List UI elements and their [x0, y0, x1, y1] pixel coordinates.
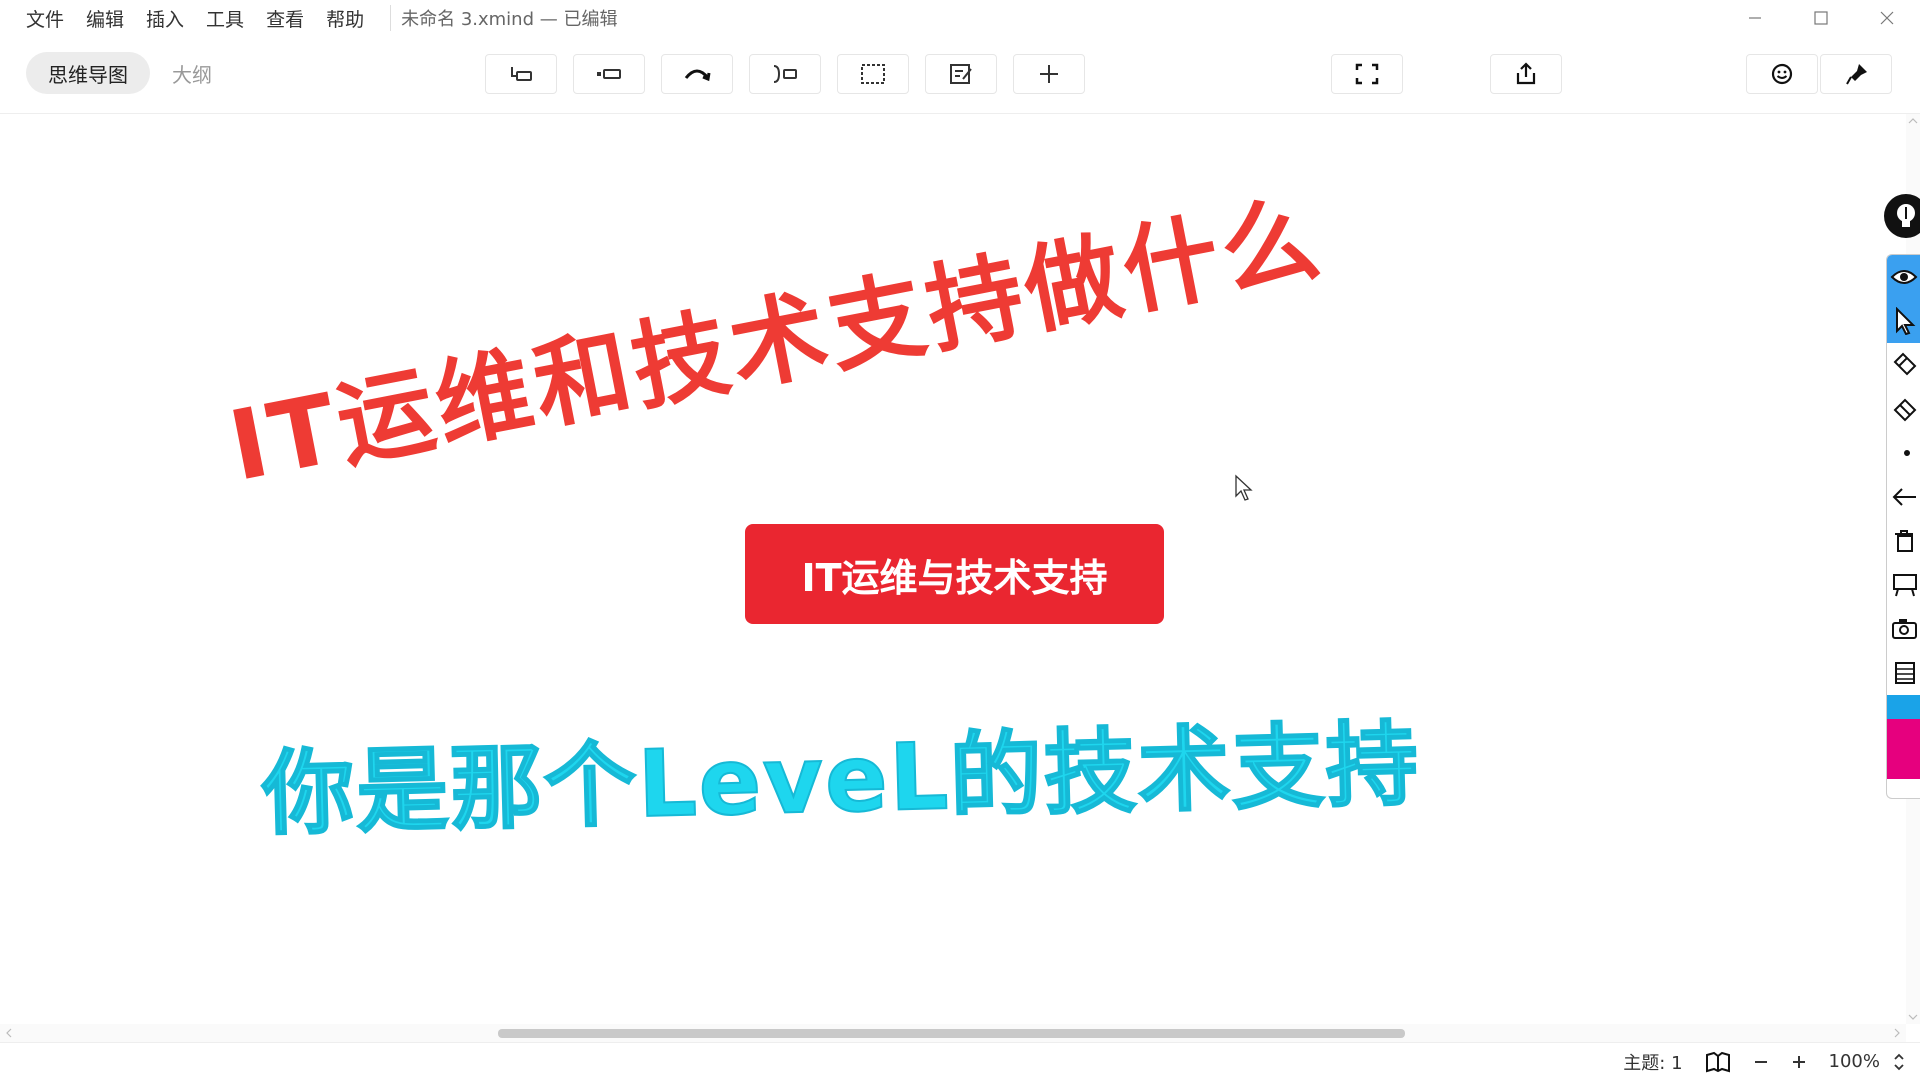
menu-edit[interactable]: 编辑: [86, 5, 124, 32]
note-icon: [950, 64, 972, 84]
book-icon: [1705, 1051, 1730, 1072]
emoji-icon: [1771, 63, 1793, 85]
minus-icon: [1754, 1060, 1767, 1063]
notes-icon: [1895, 662, 1915, 684]
whiteboard-icon: [1893, 574, 1917, 597]
menu-insert[interactable]: 插入: [146, 5, 184, 32]
tab-mindmap[interactable]: 思维导图: [26, 52, 150, 94]
mouse-cursor-icon: [1235, 474, 1253, 501]
view-switch: 思维导图 大纲: [26, 52, 234, 94]
zen-mode-icon: [1355, 63, 1379, 85]
format-button[interactable]: [1820, 54, 1892, 94]
topic-count: 主题: 1: [1623, 1052, 1683, 1074]
emoji-button[interactable]: [1746, 54, 1818, 94]
pen-undo-button[interactable]: [1887, 475, 1920, 519]
eye-icon: [1890, 270, 1918, 284]
horizontal-scroll-thumb[interactable]: [498, 1029, 1405, 1038]
menu-view[interactable]: 查看: [266, 5, 304, 32]
pen-tool-logo-icon[interactable]: [1884, 194, 1920, 238]
subtopic-icon: [511, 67, 532, 81]
trash-icon: [1895, 530, 1913, 552]
close-icon: [1880, 11, 1894, 25]
minimize-button[interactable]: [1722, 0, 1788, 36]
scroll-down-icon: [1908, 1014, 1918, 1020]
lightbulb-icon: [1897, 204, 1915, 227]
zoom-out-button[interactable]: [1753, 1054, 1769, 1070]
zoom-stepper[interactable]: [1892, 1051, 1906, 1073]
pen-eraser-button[interactable]: [1887, 387, 1920, 431]
pen-highlighter-button[interactable]: [1887, 343, 1920, 387]
insert-icon: [1040, 65, 1058, 83]
highlighter-icon: [1893, 352, 1917, 376]
maximize-button[interactable]: [1788, 0, 1854, 36]
pen-eye-button[interactable]: [1887, 255, 1920, 299]
insert-button[interactable]: [1013, 54, 1085, 94]
relationship-button[interactable]: [661, 54, 733, 94]
map-view-button[interactable]: [1705, 1051, 1731, 1073]
scroll-up-icon: [1908, 118, 1918, 124]
menu-file[interactable]: 文件: [26, 5, 64, 32]
menu-help[interactable]: 帮助: [326, 5, 364, 32]
close-button[interactable]: [1854, 0, 1920, 36]
pen-notes-button[interactable]: [1887, 651, 1920, 695]
minimize-icon: [1749, 17, 1761, 19]
pen-whiteboard-button[interactable]: [1887, 563, 1920, 607]
topic-icon: [597, 69, 621, 79]
toolbar: 思维导图 大纲: [0, 36, 1920, 114]
plus-icon: [1792, 1055, 1805, 1068]
zoom-level[interactable]: 100%: [1829, 1051, 1880, 1072]
undo-icon: [1892, 488, 1916, 506]
zoom-in-button[interactable]: [1791, 1054, 1807, 1070]
pointer-icon: [1896, 307, 1916, 335]
dot-icon: [1904, 450, 1910, 456]
maximize-icon: [1814, 11, 1828, 25]
status-bar: 主题: 1 100%: [0, 1042, 1920, 1080]
boundary-button[interactable]: [837, 54, 909, 94]
camera-icon: [1892, 619, 1917, 639]
summary-button[interactable]: [749, 54, 821, 94]
eraser-icon: [1893, 398, 1917, 422]
scroll-left-icon: [6, 1028, 12, 1038]
title-bar: 文件 编辑 插入 工具 查看 帮助 未命名 3.xmind — 已编辑: [0, 0, 1920, 36]
document-title: 未命名 3.xmind — 已编辑: [390, 5, 617, 31]
pen-clear-button[interactable]: [1887, 519, 1920, 563]
horizontal-scrollbar[interactable]: [0, 1024, 1906, 1042]
pen-screenshot-button[interactable]: [1887, 607, 1920, 651]
tab-outline[interactable]: 大纲: [150, 52, 234, 94]
pen-dot-button[interactable]: [1887, 431, 1920, 475]
boundary-icon: [861, 64, 885, 84]
pen-pointer-button[interactable]: [1887, 299, 1920, 343]
subtopic-button[interactable]: [485, 54, 557, 94]
menu-bar: 文件 编辑 插入 工具 查看 帮助 未命名 3.xmind — 已编辑: [0, 5, 617, 32]
central-topic[interactable]: IT运维与技术支持: [745, 524, 1164, 624]
format-icon: [1846, 64, 1867, 85]
share-button[interactable]: [1490, 54, 1562, 94]
menu-tools[interactable]: 工具: [206, 5, 244, 32]
note-button[interactable]: [925, 54, 997, 94]
scroll-right-icon: [1894, 1028, 1900, 1038]
summary-icon: [773, 65, 797, 83]
color-swatch-magenta[interactable]: [1887, 719, 1920, 779]
zen-mode-button[interactable]: [1331, 54, 1403, 94]
share-icon: [1516, 62, 1536, 85]
central-topic-label: IT运维与技术支持: [801, 555, 1108, 600]
updown-chevron-icon: [1894, 1053, 1904, 1070]
topic-button[interactable]: [573, 54, 645, 94]
pen-tool-panel: [1886, 254, 1920, 799]
color-swatch-blue[interactable]: [1887, 695, 1920, 719]
relationship-icon: [684, 69, 711, 82]
window-controls: [1722, 0, 1920, 36]
